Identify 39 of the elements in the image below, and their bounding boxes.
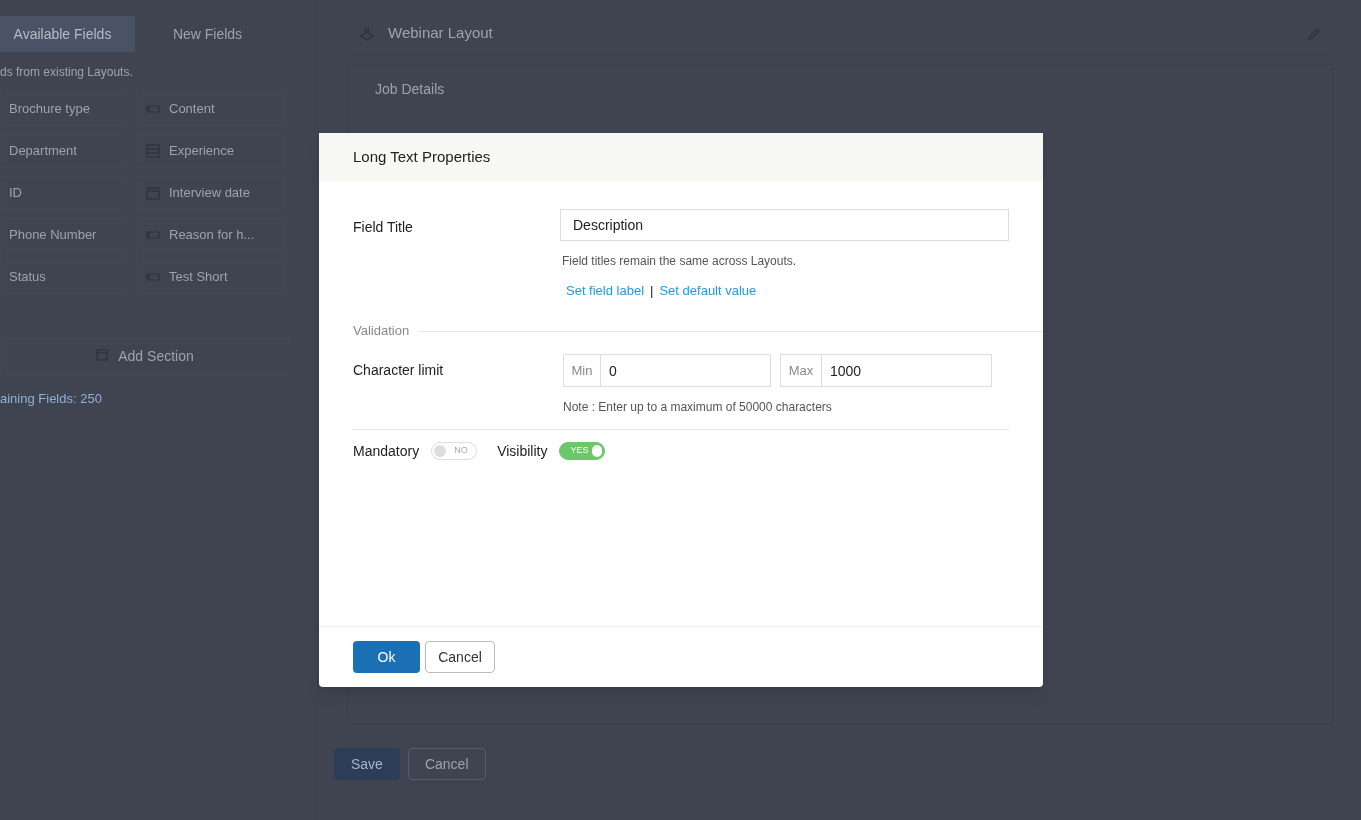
cancel-button[interactable]: Cancel bbox=[425, 641, 495, 673]
remaining-fields-text: aining Fields: 250 bbox=[0, 390, 103, 408]
max-label: Max bbox=[781, 355, 822, 386]
toggle-label: Mandatory bbox=[353, 442, 420, 461]
add-section-button[interactable]: Add Section bbox=[0, 338, 290, 373]
field-item[interactable]: Experience bbox=[136, 134, 286, 168]
dialog-title: Long Text Properties bbox=[353, 146, 491, 167]
field-item[interactable]: ID bbox=[0, 176, 125, 210]
toggle-switch[interactable]: YES bbox=[559, 442, 606, 460]
field-item[interactable]: Test Short bbox=[136, 260, 286, 294]
character-limit-label: Character limit bbox=[353, 361, 445, 380]
field-item[interactable]: Reason for h... bbox=[136, 218, 286, 252]
layout-title: Webinar Layout bbox=[388, 23, 493, 44]
validation-legend: Validation bbox=[319, 320, 414, 340]
toggle-label: Visibility bbox=[497, 442, 548, 461]
field-item[interactable]: Interview date bbox=[136, 176, 286, 210]
min-input[interactable]: Min 0 bbox=[563, 354, 771, 387]
field-item[interactable]: Department bbox=[0, 134, 125, 168]
toggle-switch[interactable]: NO bbox=[431, 442, 478, 460]
min-label: Min bbox=[564, 355, 601, 386]
max-input[interactable]: Max 1000 bbox=[780, 354, 992, 387]
set-field-label-link[interactable]: Set field label bbox=[566, 281, 645, 301]
cancel-button[interactable]: Cancel bbox=[407, 748, 486, 780]
field-item[interactable]: Phone Number bbox=[0, 218, 125, 252]
field-item[interactable]: Content bbox=[136, 92, 286, 126]
tab[interactable]: Available Fields bbox=[0, 16, 135, 52]
tab[interactable]: New Fields bbox=[135, 16, 280, 52]
set-default-value-link[interactable]: Set default value bbox=[659, 281, 757, 301]
field-title-input[interactable]: Description bbox=[560, 209, 1009, 241]
field-item[interactable]: Brochure type bbox=[0, 92, 125, 126]
character-limit-note: Note : Enter up to a maximum of 50000 characters bbox=[563, 399, 833, 415]
field-item[interactable]: Status bbox=[0, 260, 125, 294]
section-title: Job Details bbox=[375, 81, 445, 97]
field-title-hint: Field titles remain the same across Layouts. bbox=[562, 253, 798, 269]
field-title-label: Field Title bbox=[353, 218, 414, 237]
hint-text: ds from existing Layouts. bbox=[0, 64, 134, 80]
ok-button[interactable]: Ok bbox=[353, 641, 420, 673]
link-separator: | bbox=[650, 282, 654, 300]
save-button[interactable]: Save bbox=[334, 748, 400, 780]
